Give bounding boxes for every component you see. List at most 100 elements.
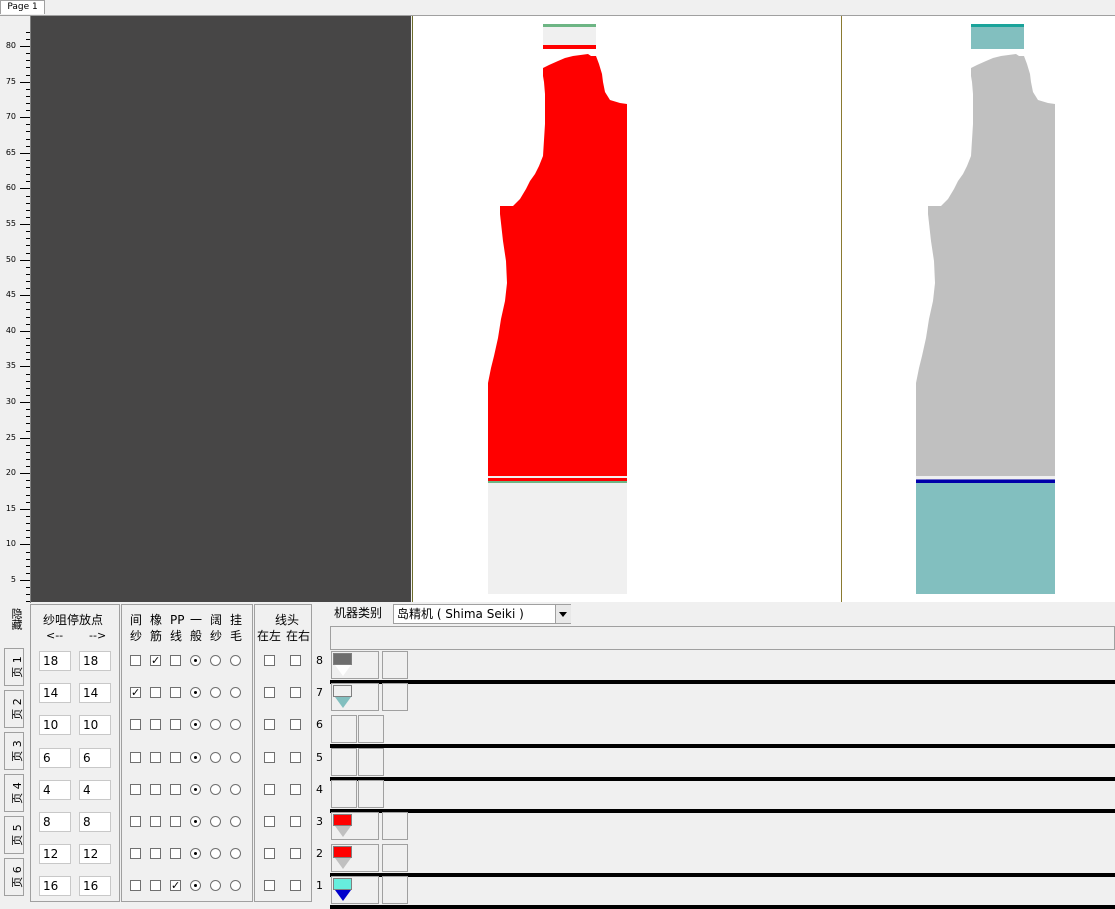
- thread-right-checkbox[interactable]: [290, 848, 301, 860]
- yarn-stop-left-input[interactable]: 12: [39, 844, 71, 865]
- wide-radio[interactable]: [210, 816, 221, 827]
- wide-radio[interactable]: [210, 655, 221, 666]
- machine-type-select[interactable]: 岛精机 ( Shima Seiki ): [393, 604, 571, 624]
- yarn-stop-left-input[interactable]: 14: [39, 683, 71, 704]
- rubber-checkbox[interactable]: [150, 848, 161, 860]
- yarn-stop-left-input[interactable]: 10: [39, 715, 71, 736]
- rubber-checkbox[interactable]: [150, 880, 161, 892]
- page-tab-4[interactable]: 页 4: [4, 774, 24, 812]
- yarn-stop-left-input[interactable]: 18: [39, 651, 71, 671]
- page-tab-6[interactable]: 页 6: [4, 858, 24, 896]
- hair-radio[interactable]: [230, 816, 241, 827]
- pp-checkbox[interactable]: [170, 848, 181, 860]
- thread-left-checkbox[interactable]: [264, 687, 275, 699]
- yarn-stop-right-input[interactable]: 14: [79, 683, 111, 704]
- hair-radio[interactable]: [230, 655, 241, 666]
- chevron-down-icon[interactable]: [555, 605, 571, 623]
- yarn-stop-left-input[interactable]: 6: [39, 747, 71, 768]
- yarn-stop-right-input[interactable]: 6: [79, 747, 111, 768]
- yarn-stop-right-input[interactable]: 4: [79, 779, 111, 800]
- page-tab-3[interactable]: 页 3: [4, 732, 24, 770]
- wide-radio[interactable]: [210, 751, 221, 763]
- rubber-checkbox[interactable]: [150, 783, 161, 795]
- garment-color-canvas[interactable]: [413, 16, 841, 602]
- thread-left-checkbox[interactable]: [264, 751, 275, 763]
- jiansha-checkbox[interactable]: [130, 751, 141, 763]
- pp-checkbox[interactable]: [170, 719, 181, 731]
- jiansha-checkbox[interactable]: [130, 655, 141, 666]
- thread-left-checkbox[interactable]: [264, 719, 275, 731]
- thread-right-checkbox[interactable]: [290, 751, 301, 763]
- yarn-stop-right-input[interactable]: 12: [79, 844, 111, 865]
- rubber-checkbox[interactable]: ✓: [150, 655, 161, 666]
- carrier-slot[interactable]: [331, 747, 357, 776]
- ruler-tick: [26, 373, 30, 375]
- rubber-checkbox[interactable]: [150, 719, 161, 731]
- yarn-stop-right-input[interactable]: 18: [79, 651, 111, 671]
- carrier-swatch[interactable]: [331, 876, 379, 905]
- thread-right-checkbox[interactable]: [290, 687, 301, 699]
- carrier-slot[interactable]: [382, 683, 408, 712]
- page-tab-1[interactable]: 页 1: [4, 648, 24, 686]
- normal-radio[interactable]: [190, 655, 201, 666]
- hide-toggle[interactable]: 隐藏: [4, 606, 26, 642]
- carrier-swatch[interactable]: [331, 812, 379, 840]
- carrier-swatch[interactable]: [331, 683, 379, 712]
- pp-checkbox[interactable]: [170, 783, 181, 795]
- thread-left-checkbox[interactable]: [264, 880, 275, 892]
- jiansha-checkbox[interactable]: [130, 816, 141, 827]
- yarn-stop-left-input[interactable]: 4: [39, 779, 71, 800]
- carrier-slot[interactable]: [331, 715, 357, 744]
- carrier-slot[interactable]: [382, 844, 408, 873]
- thread-right-checkbox[interactable]: [290, 655, 301, 666]
- carrier-slot[interactable]: [382, 651, 408, 679]
- rubber-checkbox[interactable]: [150, 687, 161, 699]
- thread-left-checkbox[interactable]: [264, 655, 275, 666]
- thread-left-checkbox[interactable]: [264, 783, 275, 795]
- pp-checkbox[interactable]: [170, 655, 181, 666]
- hair-radio[interactable]: [230, 783, 241, 795]
- hair-radio[interactable]: [230, 751, 241, 763]
- yarn-stop-right-input[interactable]: 8: [79, 812, 111, 832]
- machine-type-label: 机器类别: [334, 606, 383, 620]
- carrier-slot[interactable]: [331, 779, 357, 808]
- tab-page-1[interactable]: Page 1: [0, 0, 45, 14]
- carrier-swatch[interactable]: [331, 651, 379, 679]
- jiansha-checkbox[interactable]: [130, 783, 141, 795]
- yarn-cone-icon: [335, 826, 351, 837]
- carrier-slot[interactable]: [358, 779, 384, 808]
- carrier-slot[interactable]: [358, 715, 384, 744]
- wide-radio[interactable]: [210, 783, 221, 795]
- pp-checkbox[interactable]: [170, 816, 181, 827]
- rubber-checkbox[interactable]: [150, 816, 161, 827]
- rubber-checkbox[interactable]: [150, 751, 161, 763]
- pp-checkbox[interactable]: [170, 751, 181, 763]
- jiansha-checkbox[interactable]: [130, 880, 141, 892]
- thread-left-checkbox[interactable]: [264, 816, 275, 827]
- thread-right-checkbox[interactable]: [290, 719, 301, 731]
- jiansha-checkbox[interactable]: [130, 848, 141, 860]
- carrier-swatch[interactable]: [331, 844, 379, 873]
- carrier-slot[interactable]: [358, 747, 384, 776]
- normal-radio[interactable]: [190, 783, 201, 795]
- carrier-slot[interactable]: [382, 812, 408, 840]
- carrier-slot[interactable]: [382, 876, 408, 905]
- thread-right-checkbox[interactable]: [290, 816, 301, 827]
- normal-radio[interactable]: [190, 751, 201, 763]
- jiansha-checkbox[interactable]: [130, 719, 141, 731]
- ruler-label: 50: [5, 254, 16, 264]
- yarn-stop-right-input[interactable]: 10: [79, 715, 111, 736]
- page-tab-5[interactable]: 页 5: [4, 816, 24, 854]
- yarn-stop-right-input[interactable]: 16: [79, 876, 111, 897]
- yarn-stop-left-input[interactable]: 8: [39, 812, 71, 832]
- jiansha-checkbox[interactable]: ✓: [130, 687, 141, 699]
- pp-checkbox[interactable]: [170, 687, 181, 699]
- page-tab-2[interactable]: 页 2: [4, 690, 24, 728]
- thread-right-checkbox[interactable]: [290, 880, 301, 892]
- pp-checkbox[interactable]: ✓: [170, 880, 181, 892]
- thread-right-checkbox[interactable]: [290, 783, 301, 795]
- yarn-stop-left-input[interactable]: 16: [39, 876, 71, 897]
- normal-radio[interactable]: [190, 816, 201, 827]
- thread-left-checkbox[interactable]: [264, 848, 275, 860]
- garment-preview-canvas[interactable]: [842, 16, 1115, 602]
